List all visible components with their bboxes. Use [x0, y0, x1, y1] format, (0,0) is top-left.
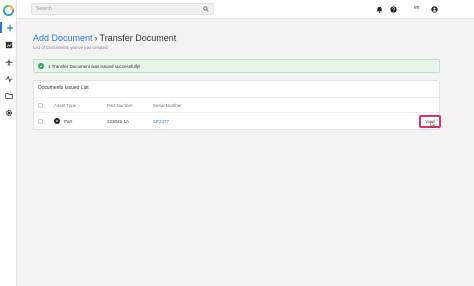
airplane-icon[interactable] — [3, 56, 14, 67]
cell-part-number: 223045-1A — [107, 119, 130, 124]
documents-card: Documents Issued List Asset Type Part Nu… — [33, 80, 441, 130]
cell-asset-type: Part — [64, 119, 73, 124]
cell-serial-number-link[interactable]: SP2377 — [153, 119, 169, 124]
search-input[interactable] — [36, 6, 203, 12]
page-subtitle: List of Documents you've just created — [33, 45, 108, 50]
language-selector[interactable]: en — [414, 5, 420, 11]
breadcrumb-add-document[interactable]: Add Document — [33, 33, 93, 43]
check-circle-icon — [38, 63, 44, 69]
folder-icon[interactable] — [3, 90, 14, 101]
column-header-asset-type[interactable]: Asset Type — [54, 103, 76, 108]
row-checkbox[interactable] — [38, 119, 43, 124]
app-logo[interactable] — [3, 3, 14, 16]
chart-icon[interactable] — [3, 39, 14, 50]
breadcrumb-current: Transfer Document — [99, 33, 177, 43]
breadcrumb-separator: › — [94, 33, 98, 43]
search-icon[interactable] — [203, 6, 209, 12]
add-icon[interactable] — [0, 22, 17, 33]
success-alert: 1 Transfer Document was issued successfu… — [33, 59, 440, 73]
gear-icon[interactable] — [3, 107, 14, 118]
mouse-pointer-icon — [430, 121, 436, 128]
column-header-part-number[interactable]: Part Number — [107, 103, 133, 108]
bell-icon[interactable] — [375, 4, 384, 14]
divider — [34, 112, 439, 113]
activity-icon[interactable] — [3, 73, 14, 84]
search-box[interactable] — [31, 3, 214, 15]
divider — [34, 97, 439, 98]
select-all-checkbox[interactable] — [38, 103, 43, 108]
user-avatar-icon[interactable] — [430, 4, 439, 14]
help-icon[interactable] — [389, 4, 398, 14]
part-icon — [54, 118, 60, 124]
top-bar: en — [17, 0, 474, 19]
alert-message: 1 Transfer Document was issued successfu… — [48, 63, 141, 69]
page-title: Add Document › Transfer Document — [33, 33, 176, 43]
column-header-serial-number[interactable]: Serial Number — [153, 103, 182, 108]
documents-card-title: Documents Issued List — [38, 85, 89, 91]
sidebar — [0, 0, 17, 286]
